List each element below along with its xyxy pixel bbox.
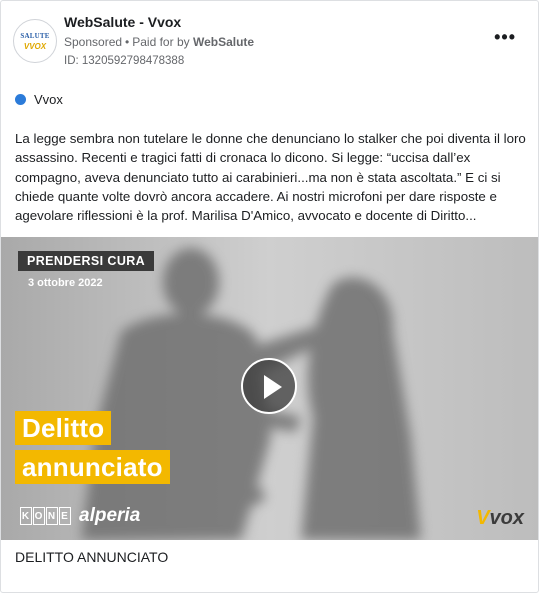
video-thumbnail[interactable]: PRENDERSI CURA 3 ottobre 2022 Delitto an… bbox=[1, 237, 538, 540]
platform-dot-icon bbox=[15, 94, 26, 105]
paid-for-prefix: Paid for by bbox=[132, 35, 190, 49]
video-date: 3 ottobre 2022 bbox=[28, 277, 103, 289]
post-header: SALUTE VVOX WebSalute - Vvox Sponsored • P… bbox=[1, 1, 538, 81]
avatar[interactable]: SALUTE VVOX bbox=[13, 19, 57, 63]
avatar-text-top: SALUTE bbox=[20, 31, 50, 40]
ad-id: ID: 1320592798478388 bbox=[64, 55, 185, 67]
paid-for-by-link[interactable]: WebSalute bbox=[193, 35, 254, 49]
category-tag: PRENDERSI CURA bbox=[18, 251, 155, 271]
kone-logo: KONE bbox=[20, 507, 72, 525]
sponsored-label: Sponsored bbox=[64, 35, 123, 49]
play-button-icon[interactable] bbox=[241, 358, 297, 414]
avatar-text-bottom: VVOX bbox=[23, 41, 47, 51]
title-line-2: annunciato bbox=[15, 450, 170, 484]
vvox-logo: Vvox bbox=[476, 507, 524, 529]
sponsored-post-card: SALUTE VVOX WebSalute - Vvox Sponsored • P… bbox=[0, 0, 539, 593]
sponsored-meta: Sponsored • Paid for by WebSalute bbox=[64, 35, 255, 49]
platform-indicator: Vvox bbox=[15, 92, 63, 107]
video-title-line2: annunciato bbox=[15, 450, 170, 484]
title-line-1: Delitto bbox=[15, 411, 112, 445]
link-caption[interactable]: DELITTO ANNUNCIATO bbox=[15, 549, 168, 565]
platform-label: Vvox bbox=[34, 92, 63, 107]
more-options-icon[interactable]: ••• bbox=[494, 27, 516, 48]
page-name-link[interactable]: WebSalute - Vvox bbox=[64, 14, 181, 30]
alperia-logo: alperia bbox=[79, 505, 141, 526]
video-title-line1: Delitto bbox=[15, 411, 112, 445]
post-body-text: La legge sembra non tutelare le donne ch… bbox=[15, 131, 526, 224]
